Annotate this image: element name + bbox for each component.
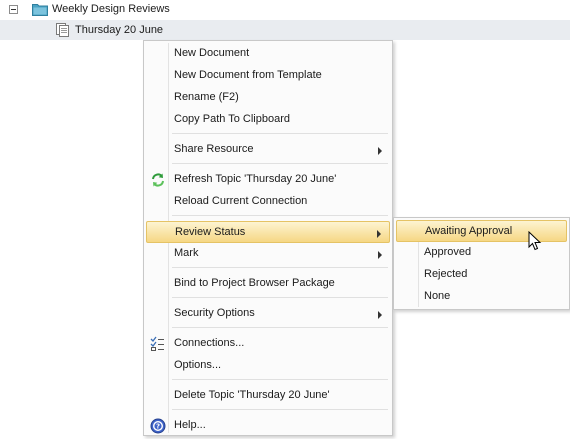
menu-item-help[interactable]: ? Help... — [146, 415, 390, 437]
menu-separator — [172, 163, 388, 164]
menu-separator — [172, 327, 388, 328]
menu-item-label: New Document — [174, 47, 250, 59]
submenu-arrow-icon — [378, 147, 382, 155]
menu-item-review-status[interactable]: Review Status — [146, 221, 390, 243]
menu-item-label: Delete Topic 'Thursday 20 June' — [174, 389, 330, 401]
submenu-arrow-icon — [378, 251, 382, 259]
menu-item-mark[interactable]: Mark — [146, 243, 390, 265]
submenu-item-label: Awaiting Approval — [425, 225, 513, 237]
menu-item-label: Options... — [174, 359, 222, 371]
menu-separator — [172, 409, 388, 410]
menu-item-refresh-topic[interactable]: Refresh Topic 'Thursday 20 June' — [146, 169, 390, 191]
menu-item-label: Review Status — [175, 226, 246, 238]
menu-item-delete-topic[interactable]: Delete Topic 'Thursday 20 June' — [146, 385, 390, 407]
svg-text:?: ? — [156, 423, 160, 431]
submenu-item-rejected[interactable]: Rejected — [396, 264, 567, 286]
submenu-item-label: None — [424, 290, 451, 302]
submenu-arrow-icon — [378, 311, 382, 319]
menu-item-security-options[interactable]: Security Options — [146, 303, 390, 325]
menu-item-label: Security Options — [174, 307, 255, 319]
help-icon: ? — [150, 418, 166, 434]
menu-item-bind-package[interactable]: Bind to Project Browser Package — [146, 273, 390, 295]
context-menu: New Document New Document from Template … — [143, 40, 393, 436]
submenu-item-none[interactable]: None — [396, 286, 567, 308]
submenu-item-label: Rejected — [424, 268, 468, 280]
tree-item-thursday-20-june[interactable]: Thursday 20 June — [0, 20, 570, 40]
document-topic-icon — [56, 23, 69, 37]
menu-item-label: Mark — [174, 247, 199, 259]
menu-separator — [172, 133, 388, 134]
checklist-icon — [150, 336, 164, 351]
submenu-item-label: Approved — [424, 246, 472, 258]
tree-item-label: Thursday 20 June — [75, 24, 164, 36]
menu-item-rename[interactable]: Rename (F2) — [146, 87, 390, 109]
menu-item-label: Bind to Project Browser Package — [174, 277, 335, 289]
menu-item-label: New Document from Template — [174, 69, 322, 81]
tree-item-label: Weekly Design Reviews — [52, 3, 170, 15]
menu-item-connections[interactable]: Connections... — [146, 333, 390, 355]
menu-separator — [172, 267, 388, 268]
collapse-icon[interactable] — [9, 5, 18, 14]
submenu-arrow-icon — [377, 230, 381, 238]
menu-item-label: Connections... — [174, 337, 245, 349]
review-status-submenu: Awaiting Approval Approved Rejected None — [393, 217, 570, 310]
refresh-icon — [152, 173, 164, 187]
menu-item-reload-connection[interactable]: Reload Current Connection — [146, 191, 390, 213]
menu-separator — [172, 297, 388, 298]
menu-item-copy-path[interactable]: Copy Path To Clipboard — [146, 109, 390, 131]
menu-item-options[interactable]: Options... — [146, 355, 390, 377]
menu-item-new-document-from-template[interactable]: New Document from Template — [146, 65, 390, 87]
menu-item-new-document[interactable]: New Document — [146, 43, 390, 65]
menu-item-label: Rename (F2) — [174, 91, 239, 103]
folder-icon — [32, 4, 48, 16]
menu-separator — [172, 379, 388, 380]
menu-item-share-resource[interactable]: Share Resource — [146, 139, 390, 161]
menu-item-label: Copy Path To Clipboard — [174, 113, 290, 125]
menu-item-label: Refresh Topic 'Thursday 20 June' — [174, 173, 337, 185]
menu-item-label: Help... — [174, 419, 206, 431]
menu-separator — [172, 215, 388, 216]
menu-item-label: Reload Current Connection — [174, 195, 308, 207]
menu-item-label: Share Resource — [174, 143, 254, 155]
tree-item-weekly-design-reviews[interactable]: Weekly Design Reviews — [0, 0, 570, 20]
mouse-pointer-icon — [528, 231, 542, 251]
